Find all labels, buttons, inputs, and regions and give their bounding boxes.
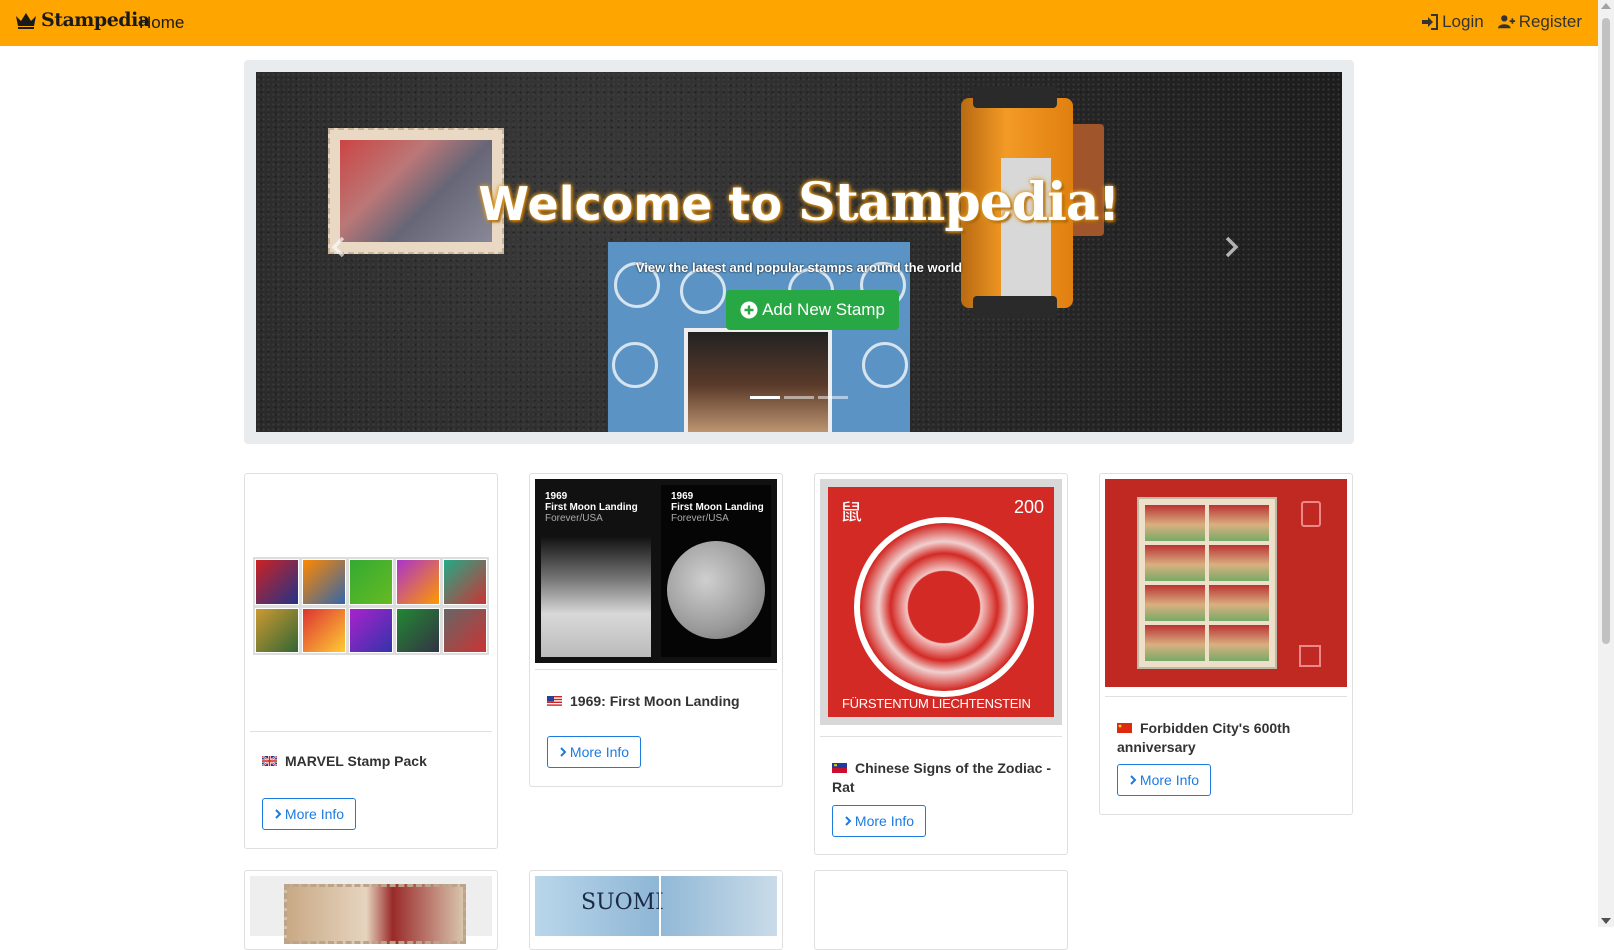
card-title: Forbidden City's 600th anniversary: [1117, 719, 1339, 757]
login-label: Login: [1442, 12, 1484, 31]
stamp-brand-text: Forever/USA: [671, 513, 729, 524]
hero-carousel: Welcome to Stampedia! View the latest an…: [256, 72, 1342, 432]
add-new-stamp-button[interactable]: Add New Stamp: [726, 290, 899, 330]
card-title: Chinese Signs of the Zodiac - Rat: [832, 759, 1054, 797]
stamp-year-text: 1969: [545, 491, 568, 502]
more-info-label: More Info: [1139, 772, 1200, 788]
stamp-caption-text: First Moon Landing: [545, 502, 638, 513]
stamp-card: MARVEL Stamp Pack More Info: [244, 473, 498, 849]
chevron-right-icon: [1130, 775, 1137, 785]
china-flag-icon: [1117, 723, 1132, 733]
zodiac-rat-stamp-image: 鼠 200 FÜRSTENTUM LIECHTENSTEIN: [820, 479, 1062, 725]
stamp-caption-text: First Moon Landing: [671, 502, 764, 513]
more-info-button[interactable]: More Info: [262, 798, 356, 830]
moon-landing-stamp-image: 1969 First Moon Landing Forever/USA 1969…: [535, 479, 777, 663]
chevron-right-icon: [1225, 236, 1239, 258]
stamp-card: [244, 870, 498, 950]
carousel-indicator-3[interactable]: [818, 396, 848, 399]
top-navbar: Stampedia Home Login Register: [0, 0, 1598, 46]
card-title-text: 1969: First Moon Landing: [570, 693, 740, 709]
more-info-button[interactable]: More Info: [1117, 764, 1211, 796]
hero-jumbotron: Welcome to Stampedia! View the latest an…: [244, 60, 1354, 444]
card-title-text: MARVEL Stamp Pack: [285, 753, 427, 769]
hero-title-prefix: Welcome to: [478, 177, 783, 231]
carousel-prev-button[interactable]: [324, 232, 354, 262]
suomi-stamp-image: SUOMI: [535, 876, 777, 936]
stamp-card: 鼠 200 FÜRSTENTUM LIECHTENSTEIN Chinese S…: [814, 473, 1068, 855]
us-flag-icon: [547, 696, 562, 706]
stamp-country-text: FÜRSTENTUM LIECHTENSTEIN: [842, 696, 1031, 711]
chevron-right-icon: [560, 747, 567, 757]
chevron-left-icon: [331, 236, 345, 258]
hero-subtitle: View the latest and popular stamps aroun…: [635, 260, 963, 275]
stamp-value-text: 200: [1013, 497, 1044, 517]
uk-flag-icon: [262, 756, 277, 766]
more-info-button[interactable]: More Info: [547, 736, 641, 768]
crown-icon: [16, 13, 36, 29]
chevron-right-icon: [275, 809, 282, 819]
hero-title-suffix: !: [1098, 177, 1120, 231]
stamp-brand-text: Forever/USA: [545, 513, 603, 524]
add-new-stamp-label: Add New Stamp: [762, 300, 885, 319]
chevron-right-icon: [845, 816, 852, 826]
liechtenstein-flag-icon: [832, 763, 847, 773]
more-info-label: More Info: [569, 744, 630, 760]
login-link[interactable]: Login: [1421, 12, 1484, 32]
forbidden-city-stamp-image: [1105, 479, 1347, 687]
scroll-down-icon[interactable]: [1601, 918, 1611, 924]
card-title-text: Chinese Signs of the Zodiac - Rat: [832, 760, 1052, 795]
brand-name: Stampedia: [41, 9, 150, 31]
brand-logo[interactable]: Stampedia: [14, 9, 150, 31]
page-scrollbar[interactable]: [1598, 0, 1614, 927]
register-label: Register: [1518, 12, 1582, 31]
stamp-year-text: 1969: [671, 491, 694, 502]
nav-home-link[interactable]: Home: [139, 13, 184, 33]
more-info-label: More Info: [854, 813, 915, 829]
stamp-card: [814, 870, 1068, 950]
sign-in-icon: [1422, 14, 1439, 30]
card-title: MARVEL Stamp Pack: [262, 752, 484, 771]
more-info-button[interactable]: More Info: [832, 805, 926, 837]
stamp-card: SUOMI: [529, 870, 783, 950]
stamp-card: 1969 First Moon Landing Forever/USA 1969…: [529, 473, 783, 787]
carousel-indicators: [256, 396, 1342, 399]
hero-title: Welcome to Stampedia!: [256, 172, 1342, 233]
scroll-up-icon[interactable]: [1601, 3, 1611, 9]
more-info-label: More Info: [284, 806, 345, 822]
register-link[interactable]: Register: [1497, 12, 1582, 32]
scroll-thumb[interactable]: [1602, 18, 1610, 644]
hero-title-brand: Stampedia: [798, 172, 1100, 233]
portrait-stamp-image: [250, 876, 492, 944]
carousel-indicator-2[interactable]: [784, 396, 814, 399]
card-title: 1969: First Moon Landing: [547, 692, 769, 711]
stamp-image-placeholder: [820, 876, 1062, 936]
card-title-text: Forbidden City's 600th anniversary: [1117, 720, 1291, 755]
plus-circle-icon: [740, 301, 758, 319]
user-plus-icon: [1497, 15, 1515, 29]
marvel-stamp-image: [250, 479, 492, 731]
stamp-glyph-text: 鼠: [840, 500, 863, 525]
stamp-country-text: SUOMI: [581, 890, 664, 915]
stamp-card: Forbidden City's 600th anniversary More …: [1099, 473, 1353, 815]
carousel-indicator-1[interactable]: [750, 396, 780, 399]
carousel-next-button[interactable]: [1216, 232, 1246, 262]
